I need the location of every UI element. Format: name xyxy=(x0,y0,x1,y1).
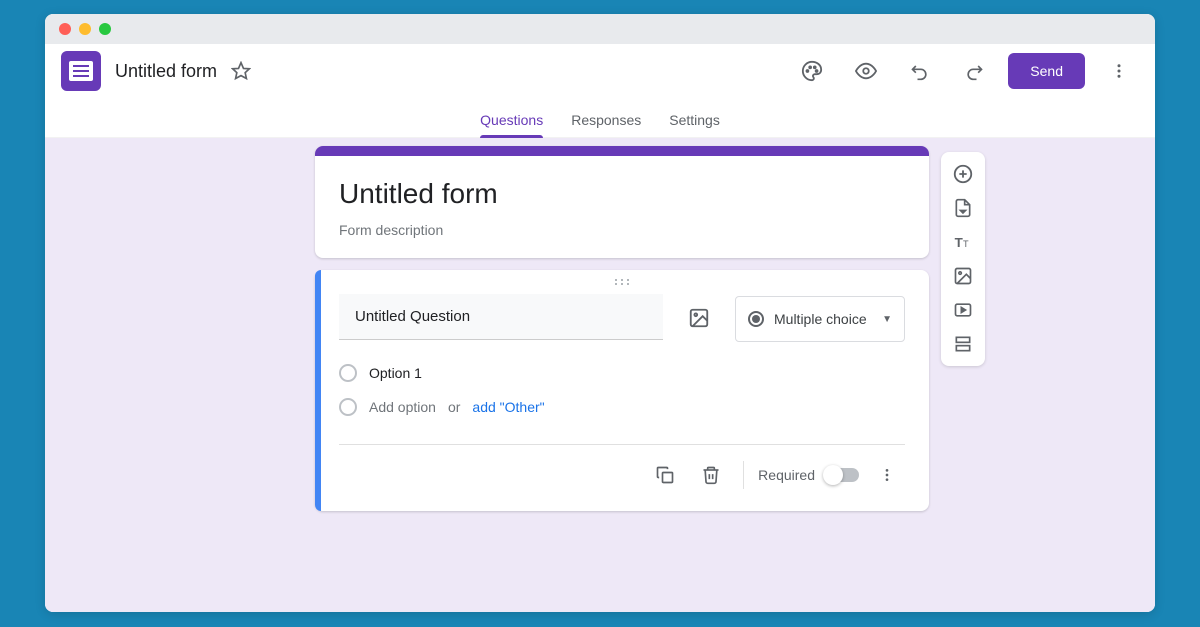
question-title-input[interactable] xyxy=(339,294,663,340)
add-option-button[interactable]: Add option xyxy=(369,399,436,415)
window-close-icon[interactable] xyxy=(59,23,71,35)
tab-responses[interactable]: Responses xyxy=(571,112,641,138)
form-header-card[interactable]: Untitled form Form description xyxy=(315,146,929,258)
add-image-icon[interactable] xyxy=(679,298,719,338)
add-other-button[interactable]: add "Other" xyxy=(472,399,544,415)
radio-icon xyxy=(748,311,764,327)
chevron-down-icon: ▼ xyxy=(882,314,892,325)
undo-icon[interactable] xyxy=(900,51,940,91)
question-footer: Required xyxy=(339,444,905,511)
tab-questions[interactable]: Questions xyxy=(480,112,543,138)
drag-handle-icon[interactable] xyxy=(315,270,929,294)
editor-tabs: Questions Responses Settings xyxy=(45,98,1155,138)
preview-icon[interactable] xyxy=(846,51,886,91)
add-option-row: Add option or add "Other" xyxy=(339,390,905,424)
add-video-icon[interactable] xyxy=(945,294,981,326)
add-question-icon[interactable] xyxy=(945,158,981,190)
form-description[interactable]: Form description xyxy=(339,222,905,238)
window-maximize-icon[interactable] xyxy=(99,23,111,35)
required-label: Required xyxy=(758,467,815,483)
option-label[interactable]: Option 1 xyxy=(369,365,422,381)
required-toggle[interactable] xyxy=(825,468,859,482)
add-title-icon[interactable]: TT xyxy=(945,226,981,258)
svg-text:T: T xyxy=(963,239,969,249)
delete-icon[interactable] xyxy=(693,457,729,493)
radio-outline-icon xyxy=(339,398,357,416)
import-questions-icon[interactable] xyxy=(945,192,981,224)
divider xyxy=(743,461,744,489)
document-title[interactable]: Untitled form xyxy=(115,61,217,82)
option-row[interactable]: Option 1 xyxy=(339,356,905,390)
more-menu-icon[interactable] xyxy=(1099,51,1139,91)
radio-outline-icon xyxy=(339,364,357,382)
form-canvas: Untitled form Form description Multiple … xyxy=(45,138,1155,612)
app-header: Untitled form Send xyxy=(45,44,1155,98)
svg-text:T: T xyxy=(955,235,963,250)
question-card[interactable]: Multiple choice ▼ Option 1 Add option or… xyxy=(315,270,929,511)
app-window: Untitled form Send Questions Responses S… xyxy=(45,14,1155,612)
send-button[interactable]: Send xyxy=(1008,53,1085,89)
window-minimize-icon[interactable] xyxy=(79,23,91,35)
duplicate-icon[interactable] xyxy=(647,457,683,493)
question-type-select[interactable]: Multiple choice ▼ xyxy=(735,296,905,342)
question-more-icon[interactable] xyxy=(869,457,905,493)
or-label: or xyxy=(448,399,460,415)
forms-logo-icon[interactable] xyxy=(61,51,101,91)
question-type-label: Multiple choice xyxy=(774,311,872,327)
add-image-icon[interactable] xyxy=(945,260,981,292)
redo-icon[interactable] xyxy=(954,51,994,91)
form-title[interactable]: Untitled form xyxy=(339,178,905,210)
star-icon[interactable] xyxy=(231,61,251,81)
floating-toolbar: TT xyxy=(941,152,985,366)
add-section-icon[interactable] xyxy=(945,328,981,360)
tab-settings[interactable]: Settings xyxy=(669,112,720,138)
window-titlebar xyxy=(45,14,1155,44)
customize-theme-icon[interactable] xyxy=(792,51,832,91)
